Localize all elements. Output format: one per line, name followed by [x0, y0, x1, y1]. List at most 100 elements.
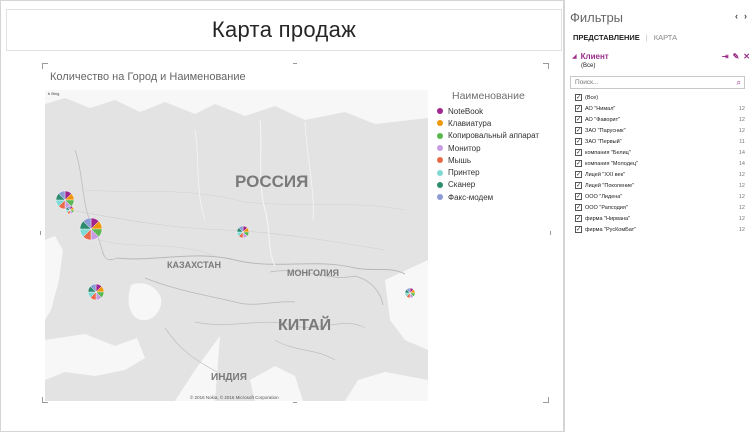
- legend-item[interactable]: Мышь: [434, 154, 549, 166]
- corner-handle[interactable]: [543, 63, 549, 69]
- resize-handle-right[interactable]: [550, 231, 551, 235]
- filter-value-count: 12: [738, 127, 745, 134]
- corner-handle[interactable]: [543, 397, 549, 403]
- filter-values-list: ✓ (Все) ✓ АО "Нимал" 12 ✓ АО "Фаворит" 12 ✓ ЗАО "…: [575, 92, 745, 235]
- filter-value-label: компания "Молодец": [585, 160, 639, 167]
- filter-value-count: 14: [738, 149, 745, 156]
- search-icon[interactable]: ⌕: [737, 78, 741, 88]
- collapse-triangle-icon[interactable]: ◢: [572, 53, 577, 60]
- filter-field-name[interactable]: Клиент: [581, 52, 609, 61]
- checkbox-checked-icon[interactable]: ✓: [575, 193, 582, 200]
- filter-value-row[interactable]: ✓ компания "Молодец" 14: [575, 158, 745, 169]
- eraser-icon[interactable]: ✎: [733, 52, 740, 61]
- chevron-right-icon[interactable]: ›: [744, 11, 747, 21]
- filter-value-label: фирма "РусКомБат": [585, 226, 637, 233]
- checkbox-checked-icon[interactable]: ✓: [575, 127, 582, 134]
- filter-value-row[interactable]: ✓ ЗАО "Первый" 11: [575, 136, 745, 147]
- filter-field-state: (Все): [581, 63, 596, 69]
- checkbox-checked-icon[interactable]: ✓: [575, 215, 582, 222]
- filter-value-label: Лицей "XXI век": [585, 171, 626, 178]
- legend-swatch: [437, 194, 443, 201]
- filter-value-label: компания "Белиц": [585, 149, 631, 156]
- legend-swatch: [437, 132, 443, 139]
- legend-swatch: [437, 157, 443, 164]
- pie-marker[interactable]: [87, 283, 105, 301]
- checkbox-checked-icon[interactable]: ✓: [575, 171, 582, 178]
- tab-view[interactable]: ПРЕДСТАВЛЕНИЕ: [573, 33, 640, 42]
- legend-item[interactable]: NoteBook: [434, 105, 549, 117]
- legend-item[interactable]: Сканер: [434, 179, 549, 191]
- filter-value-row[interactable]: ✓ компания "Белиц" 14: [575, 147, 745, 158]
- legend-item[interactable]: Монитор: [434, 142, 549, 154]
- report-canvas: Карта продаж Количество на Город и Наиме…: [0, 0, 564, 432]
- checkbox-checked-icon[interactable]: ✓: [575, 226, 582, 233]
- legend-item[interactable]: Принтер: [434, 166, 549, 178]
- checkbox-checked-icon[interactable]: ✓: [575, 204, 582, 211]
- chevron-left-icon[interactable]: ‹: [735, 11, 738, 21]
- filter-search-box[interactable]: ⌕: [570, 76, 745, 89]
- checkbox-checked-icon[interactable]: ✓: [575, 149, 582, 156]
- legend-item[interactable]: Клавиатура: [434, 117, 549, 129]
- checkbox-checked-icon[interactable]: ✓: [575, 94, 582, 101]
- pie-markers-layer[interactable]: [45, 90, 428, 401]
- resize-handle-bottom[interactable]: [293, 402, 297, 403]
- filter-value-row[interactable]: ✓ АО "Нимал" 12: [575, 103, 745, 114]
- legend-label: Принтер: [448, 168, 480, 178]
- filter-field-client: ◢ Клиент ⇥ ✎ ✕ (Все): [572, 50, 750, 70]
- legend-item[interactable]: Копировальный аппарат: [434, 130, 549, 142]
- filters-tabs: ПРЕДСТАВЛЕНИЕ | КАРТА: [573, 33, 678, 42]
- legend-swatch: [437, 108, 443, 115]
- close-icon[interactable]: ✕: [743, 52, 750, 61]
- resize-handle-top[interactable]: [293, 63, 297, 64]
- filter-value-row[interactable]: ✓ фирма "Нирвана" 12: [575, 213, 745, 224]
- filter-search-input[interactable]: [575, 77, 725, 88]
- filter-value-count: 12: [738, 193, 745, 200]
- filter-value-row[interactable]: ✓ (Все): [575, 92, 745, 103]
- legend-swatch: [437, 145, 443, 152]
- filter-value-label: АО "Нимал": [585, 105, 616, 112]
- pie-marker[interactable]: [65, 205, 75, 215]
- pie-marker[interactable]: [236, 225, 250, 239]
- legend-label: Монитор: [448, 143, 481, 153]
- legend-swatch: [437, 181, 443, 188]
- legend-label: Сканер: [448, 180, 476, 190]
- legend-label: NoteBook: [448, 106, 484, 116]
- checkbox-checked-icon[interactable]: ✓: [575, 105, 582, 112]
- resize-handle-left[interactable]: [40, 231, 41, 235]
- filter-value-label: ООО "Лидена": [585, 193, 623, 200]
- filter-value-count: 12: [738, 171, 745, 178]
- filter-value-row[interactable]: ✓ Лицей "XXI век" 12: [575, 169, 745, 180]
- filter-value-row[interactable]: ✓ фирма "РусКомБат" 12: [575, 224, 745, 235]
- filter-value-row[interactable]: ✓ ООО "Рапсодия" 12: [575, 202, 745, 213]
- legend-label: Копировальный аппарат: [448, 131, 540, 141]
- checkbox-checked-icon[interactable]: ✓: [575, 182, 582, 189]
- filter-value-label: (Все): [585, 94, 599, 101]
- filter-value-row[interactable]: ✓ ЗАО "Парусник" 12: [575, 125, 745, 136]
- pie-marker[interactable]: [79, 217, 103, 241]
- legend-swatch: [437, 169, 443, 176]
- checkbox-checked-icon[interactable]: ✓: [575, 160, 582, 167]
- filter-value-count: 12: [738, 105, 745, 112]
- pie-marker[interactable]: [404, 287, 416, 299]
- checkbox-checked-icon[interactable]: ✓: [575, 116, 582, 123]
- filter-value-row[interactable]: ✓ АО "Фаворит" 12: [575, 114, 745, 125]
- checkbox-checked-icon[interactable]: ✓: [575, 138, 582, 145]
- tab-map[interactable]: КАРТА: [654, 33, 677, 42]
- filter-value-label: фирма "Нирвана": [585, 215, 631, 222]
- filter-value-row[interactable]: ✓ ООО "Лидена" 12: [575, 191, 745, 202]
- legend-label: Клавиатура: [448, 118, 492, 128]
- map-visual[interactable]: Количество на Город и Наименование РОССИ…: [40, 63, 551, 403]
- legend-item[interactable]: Факс-модем: [434, 191, 549, 203]
- power-view-window: Карта продаж Количество на Город и Наиме…: [0, 0, 755, 432]
- map-area[interactable]: РОССИЯ КАЗАХСТАН МОНГОЛИЯ КИТАЙ ИНДИЯ b …: [45, 90, 428, 401]
- filter-value-count: 12: [738, 182, 745, 189]
- filters-header: Фильтры: [570, 10, 624, 25]
- filter-value-count: 12: [738, 215, 745, 222]
- filter-value-row[interactable]: ✓ Лицей "Поколение" 12: [575, 180, 745, 191]
- legend-swatch: [437, 120, 443, 127]
- corner-handle[interactable]: [42, 63, 48, 69]
- advanced-filter-icon[interactable]: ⇥: [722, 52, 729, 61]
- filter-value-label: ООО "Рапсодия": [585, 204, 628, 211]
- report-title-box[interactable]: Карта продаж: [6, 9, 562, 51]
- visual-title: Количество на Город и Наименование: [50, 71, 246, 83]
